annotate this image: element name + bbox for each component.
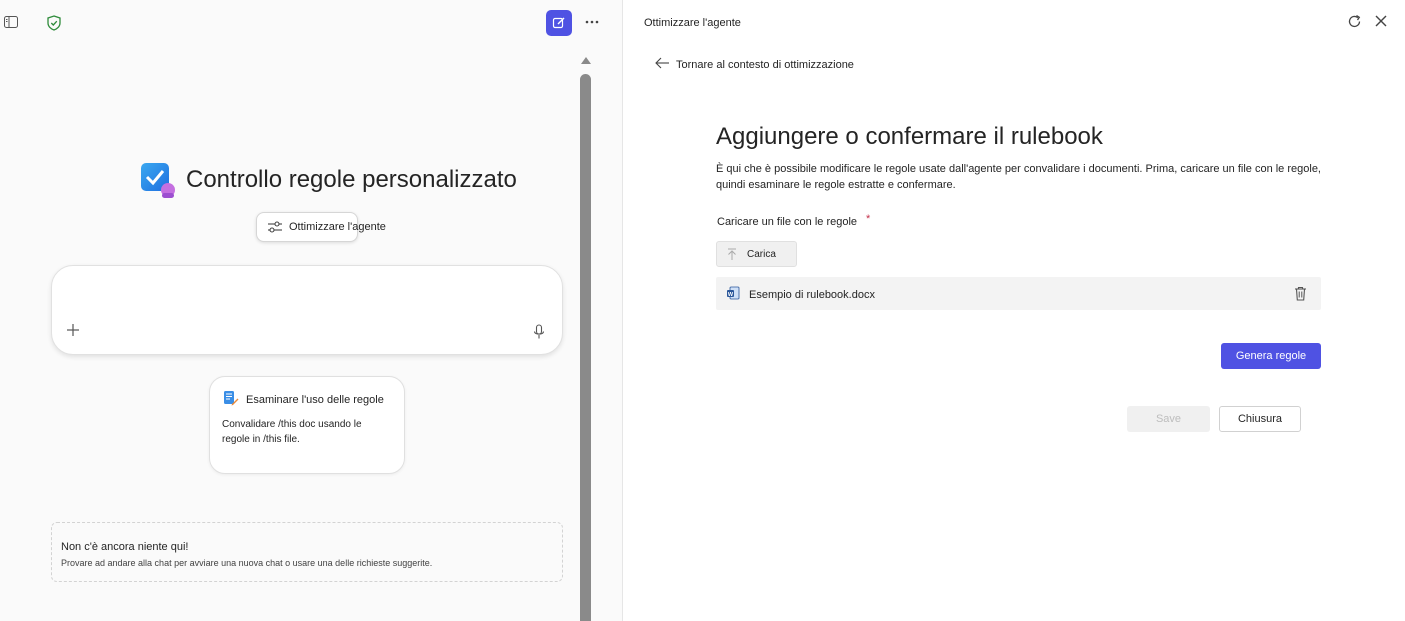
sliders-icon xyxy=(267,220,283,234)
upload-button[interactable]: Carica xyxy=(716,241,797,267)
arrow-left-icon[interactable] xyxy=(654,56,670,70)
word-file-icon: W xyxy=(726,286,740,300)
panel-title: Ottimizzare l'agente xyxy=(644,17,741,29)
trash-icon[interactable] xyxy=(1293,286,1308,301)
required-asterisk: * xyxy=(866,213,871,225)
more-icon[interactable] xyxy=(582,12,602,32)
generate-rules-button[interactable]: Genera regole xyxy=(1221,343,1321,369)
back-link[interactable]: Tornare al contesto di ottimizzazione xyxy=(676,59,854,71)
scrollbar-thumb[interactable] xyxy=(580,74,591,621)
sidebar-toggle-icon[interactable] xyxy=(3,15,18,29)
scroll-up-arrow[interactable] xyxy=(580,52,592,64)
suggestion-title: Esaminare l'uso delle regole xyxy=(246,394,384,406)
upload-button-label: Carica xyxy=(747,248,776,260)
optimize-agent-button[interactable]: Ottimizzare l'agente xyxy=(256,212,386,242)
refresh-icon[interactable] xyxy=(1346,13,1363,30)
close-button[interactable]: Chiusura xyxy=(1219,406,1301,432)
agent-title: Controllo regole personalizzato xyxy=(186,166,517,193)
agent-logo-icon xyxy=(141,163,177,199)
page-heading: Aggiungere o confermare il rulebook xyxy=(716,123,1103,150)
shield-check-icon[interactable] xyxy=(46,14,62,31)
optimize-agent-label: Ottimizzare l'agente xyxy=(289,221,386,233)
compose-icon xyxy=(552,16,566,30)
empty-state-subtitle: Provare ad andare alla chat per avviare … xyxy=(61,558,433,568)
optimize-panel xyxy=(623,0,1405,621)
file-name: Esempio di rulebook.docx xyxy=(749,289,875,301)
description-text: È qui che è possibile modificare le rego… xyxy=(716,163,1321,191)
chat-input[interactable] xyxy=(51,265,563,355)
document-edit-icon xyxy=(223,390,239,406)
upload-arrow-icon xyxy=(727,248,737,261)
close-icon[interactable] xyxy=(1373,13,1389,29)
suggestion-body: Convalidare /this doc usando le regole i… xyxy=(222,419,362,445)
plus-icon[interactable] xyxy=(65,321,81,339)
empty-state-title: Non c'è ancora niente qui! xyxy=(61,541,189,553)
save-button[interactable]: Save xyxy=(1127,406,1210,432)
upload-field-label: Caricare un file con le regole xyxy=(717,216,858,228)
microphone-icon[interactable] xyxy=(531,323,547,341)
compose-button[interactable] xyxy=(546,10,572,36)
svg-text:W: W xyxy=(728,292,734,298)
